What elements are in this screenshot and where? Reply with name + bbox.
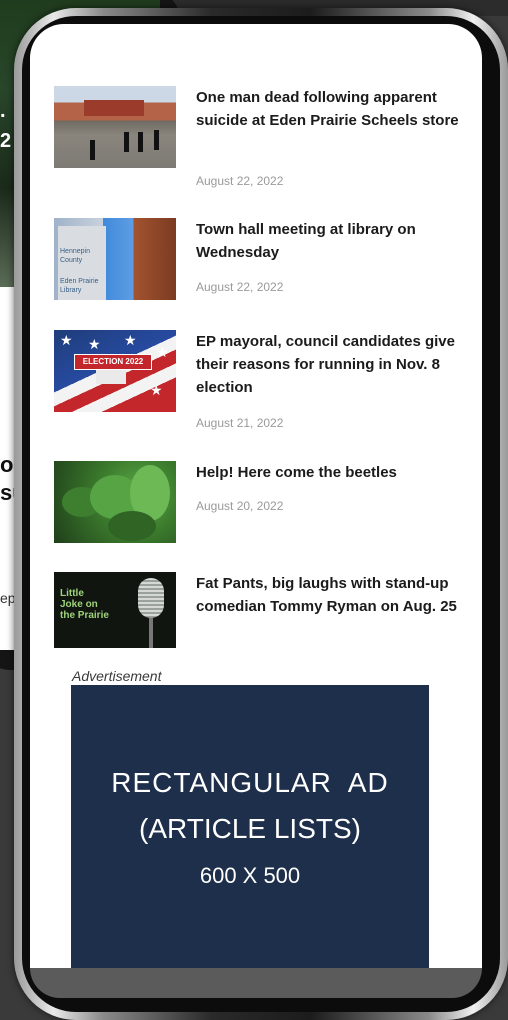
article-title[interactable]: One man dead following apparent suicide … <box>196 86 464 132</box>
thumbnail-label: Little Joke on the Prairie <box>60 588 109 621</box>
microphone-icon <box>138 578 164 618</box>
article-item[interactable]: ★ ★ ★ ★ ★ ELECTION 2022 EP mayoral, coun… <box>54 330 464 440</box>
rectangular-ad[interactable]: RECTANGULAR AD (ARTICLE LISTS) 600 X 500 <box>71 685 429 968</box>
article-thumbnail[interactable]: Little Joke on the Prairie <box>54 572 176 648</box>
advertisement-label: Advertisement <box>72 668 162 684</box>
article-date: August 22, 2022 <box>196 174 284 188</box>
article-item[interactable]: Hennepin County Eden Prairie Library Tow… <box>54 218 464 308</box>
ad-line-1: RECTANGULAR AD <box>111 767 389 798</box>
article-item[interactable]: Help! Here come the beetles August 20, 2… <box>54 461 464 551</box>
article-title[interactable]: Town hall meeting at library on Wednesda… <box>196 218 464 264</box>
background-fragment: oi <box>0 288 11 302</box>
article-date: August 22, 2022 <box>196 280 284 294</box>
phone-bottom-bar <box>30 968 482 998</box>
ad-line-3: 600 X 500 <box>199 863 301 888</box>
phone-screen: One man dead following apparent suicide … <box>30 24 482 968</box>
article-title[interactable]: EP mayoral, council candidates give thei… <box>196 330 464 399</box>
article-title[interactable]: Fat Pants, big laughs with stand-up come… <box>196 572 464 618</box>
article-thumbnail[interactable] <box>54 86 176 168</box>
background-fragment: li <box>0 352 12 374</box>
article-item[interactable]: Little Joke on the Prairie Fat Pants, bi… <box>54 572 464 652</box>
article-title[interactable]: Help! Here come the beetles <box>196 461 464 484</box>
article-date: August 20, 2022 <box>196 499 284 513</box>
article-thumbnail[interactable]: ★ ★ ★ ★ ★ ELECTION 2022 <box>54 330 176 412</box>
background-fragment: . <box>0 100 6 122</box>
article-item[interactable]: One man dead following apparent suicide … <box>54 86 464 196</box>
article-thumbnail[interactable]: Hennepin County Eden Prairie Library <box>54 218 176 300</box>
article-date: August 21, 2022 <box>196 416 284 430</box>
background-fragment: 2 <box>0 130 12 152</box>
article-thumbnail[interactable] <box>54 461 176 543</box>
ad-line-2: (ARTICLE LISTS) <box>139 813 361 844</box>
